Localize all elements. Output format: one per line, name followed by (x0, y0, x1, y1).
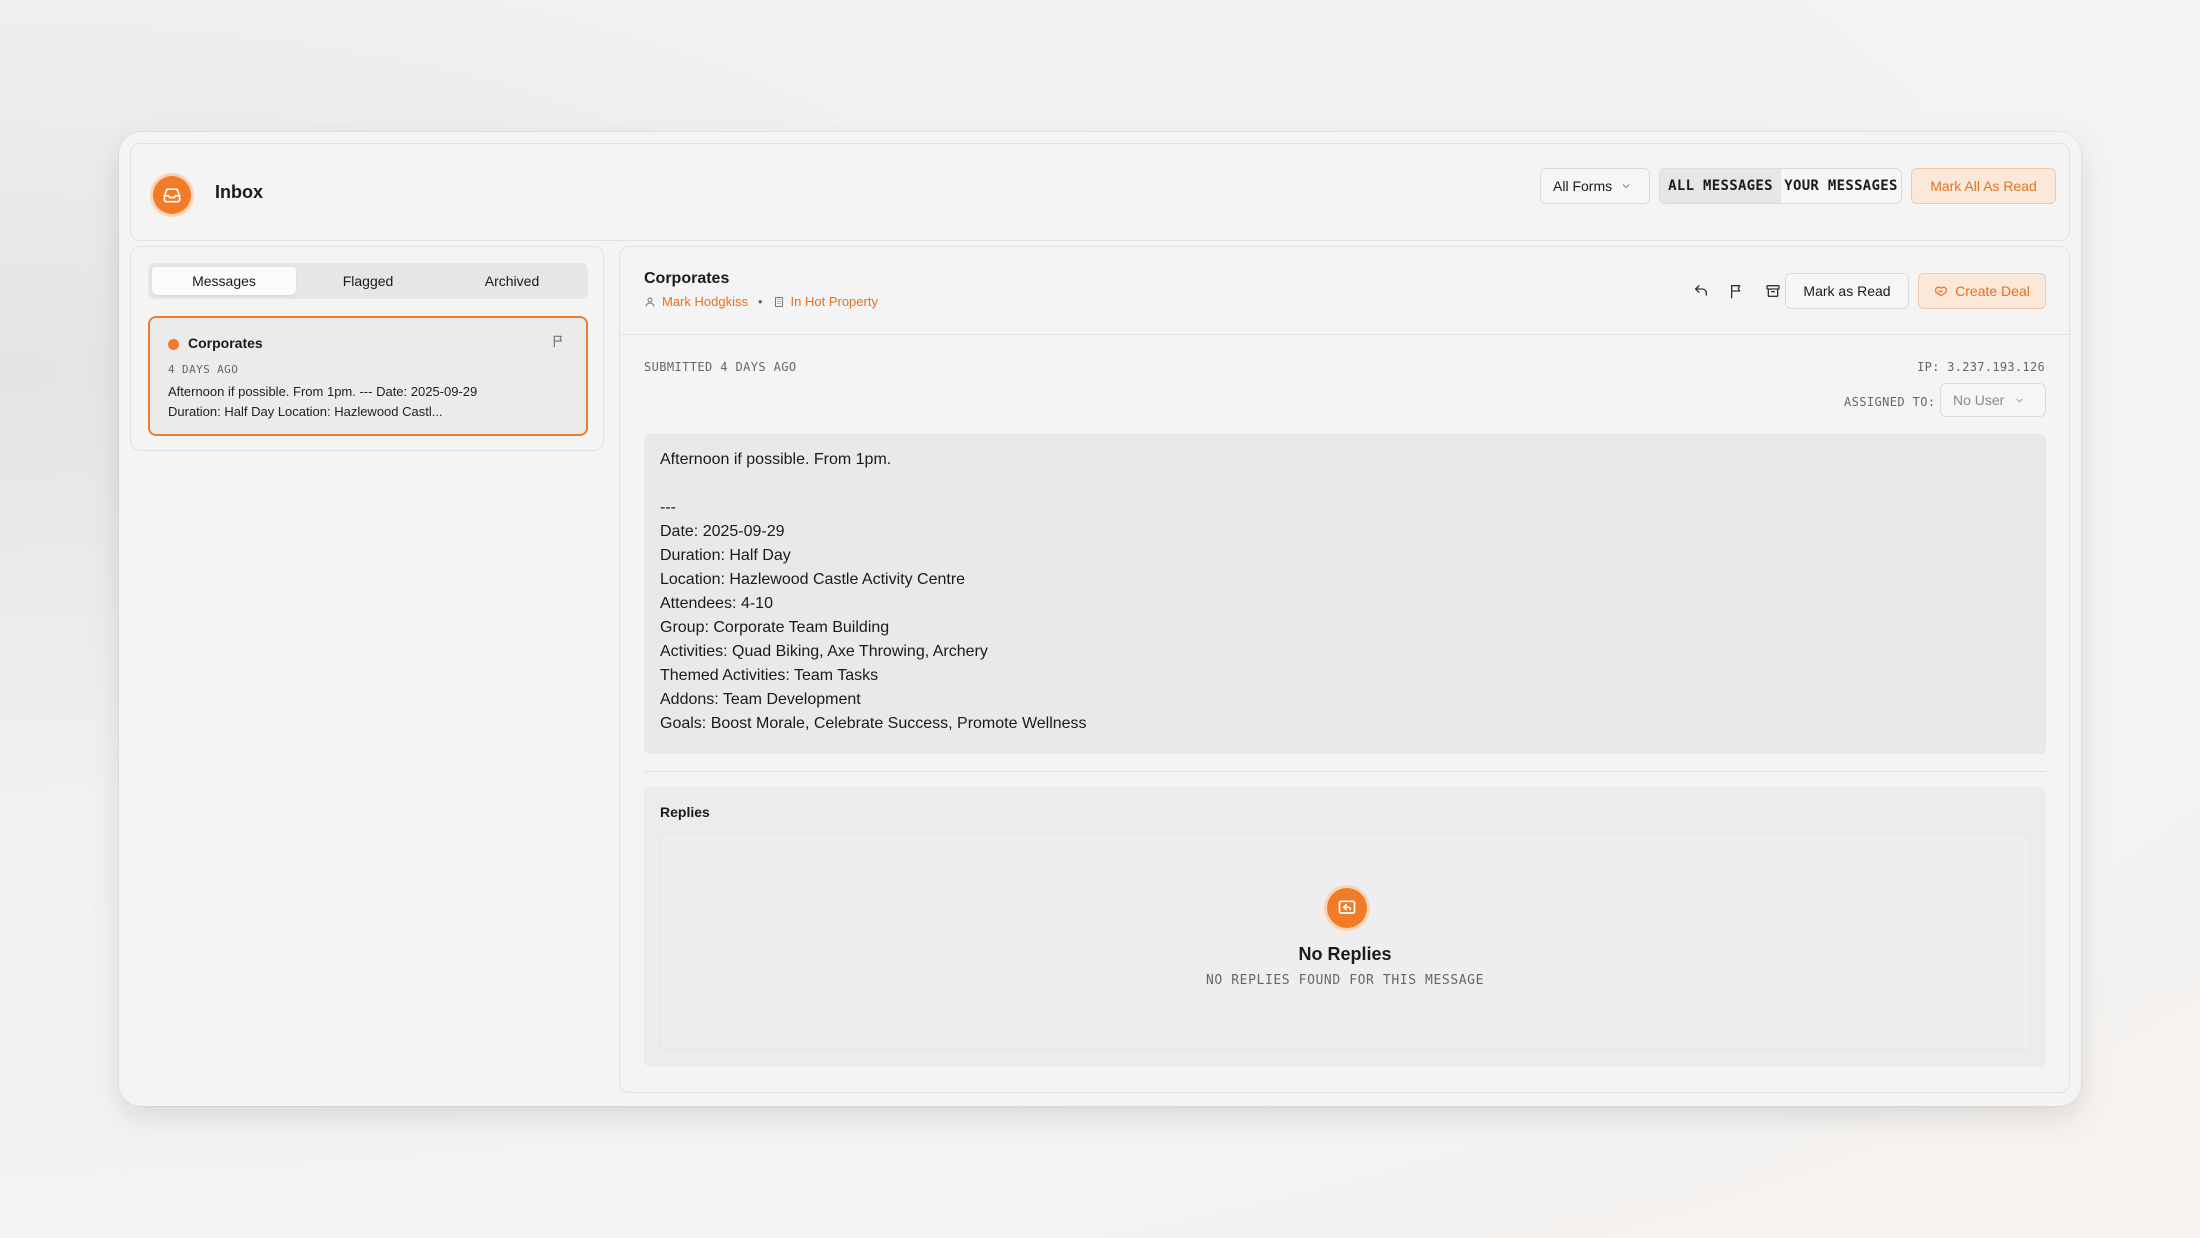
body-line: Date: 2025-09-29 (660, 523, 785, 540)
list-item-title: Corporates (188, 335, 263, 351)
message-detail-panel: Corporates Mark Hodgkiss • In Hot Proper… (619, 246, 2070, 1093)
detail-meta: Mark Hodgkiss • In Hot Property (644, 294, 878, 309)
app-window: Inbox All Forms ALL MESSAGES YOUR MESSAG… (119, 132, 2081, 1106)
empty-subtitle: NO REPLIES FOUND FOR THIS MESSAGE (1205, 973, 1485, 988)
body-line: Location: Hazlewood Castle Activity Cent… (660, 571, 966, 588)
top-bar: Inbox All Forms ALL MESSAGES YOUR MESSAG… (130, 143, 2070, 241)
body-line: Goals: Boost Morale, Celebrate Success, … (660, 715, 1087, 732)
user-icon (645, 297, 655, 307)
body-line: Afternoon if possible. From 1pm. (660, 451, 892, 468)
message-body: Afternoon if possible. From 1pm. --- Dat… (644, 434, 2046, 754)
chevron-down-icon (2016, 398, 2023, 403)
replies-title: Replies (660, 804, 710, 820)
replies-empty-state: No Replies NO REPLIES FOUND FOR THIS MES… (660, 835, 2030, 1049)
assigned-to-select[interactable]: No User (1940, 383, 2046, 417)
create-deal-label: Create Deal (1955, 283, 2030, 299)
unread-indicator (168, 339, 179, 350)
list-item[interactable]: Corporates 4 DAYS AGO Afternoon if possi… (148, 316, 588, 436)
preview-line: Afternoon if possible. From 1pm. --- Dat… (168, 384, 478, 399)
mark-as-read-button[interactable]: Mark as Read (1785, 273, 1909, 309)
inbox-icon (153, 176, 191, 214)
list-tabs: Messages Flagged Archived (148, 263, 588, 299)
body-line: --- (660, 499, 676, 516)
chevron-down-icon (1622, 184, 1630, 189)
your-messages-tab[interactable]: YOUR MESSAGES (1781, 169, 1901, 203)
building-icon (774, 296, 783, 307)
forms-filter-select[interactable]: All Forms (1540, 168, 1650, 204)
detail-title: Corporates (644, 270, 730, 287)
assigned-to-label: ASSIGNED TO: (1844, 395, 1936, 409)
flag-icon[interactable] (552, 334, 566, 353)
replies-section: Replies No Replies NO REPLIES FOUND FOR … (644, 787, 2046, 1067)
preview-line: Duration: Half Day Location: Hazlewood C… (168, 404, 443, 419)
forms-filter-value: All Forms (1553, 178, 1613, 194)
body-line: Attendees: 4-10 (660, 595, 773, 612)
contact-link[interactable]: Mark Hodgkiss (662, 294, 748, 309)
page-title: Inbox (215, 182, 263, 202)
body-line: Duration: Half Day (660, 547, 791, 564)
detail-header: Corporates Mark Hodgkiss • In Hot Proper… (620, 247, 2069, 335)
assigned-to-value: No User (1953, 392, 2005, 408)
tab-messages[interactable]: Messages (152, 267, 296, 295)
create-deal-button[interactable]: Create Deal (1918, 273, 2046, 309)
message-scope-toggle: ALL MESSAGES YOUR MESSAGES (1659, 168, 1902, 204)
handshake-icon (1935, 286, 1947, 297)
ip-address: IP: 3.237.193.126 (1917, 360, 2045, 374)
body-line: Themed Activities: Team Tasks (660, 667, 879, 684)
empty-title: No Replies (1298, 944, 1392, 964)
body-line: Addons: Team Development (660, 691, 861, 708)
company-link[interactable]: In Hot Property (791, 294, 878, 309)
body-line: Group: Corporate Team Building (660, 619, 890, 636)
all-messages-tab[interactable]: ALL MESSAGES (1660, 169, 1781, 203)
flag-icon[interactable] (1725, 279, 1749, 303)
body-line (660, 472, 2030, 496)
tab-flagged[interactable]: Flagged (296, 267, 440, 295)
archive-icon[interactable] (1761, 279, 1785, 303)
body-line: Activities: Quad Biking, Axe Throwing, A… (660, 643, 988, 660)
message-list-panel: Messages Flagged Archived Corporates 4 D… (130, 246, 604, 451)
mark-all-read-button[interactable]: Mark All As Read (1911, 168, 2056, 204)
list-item-preview: Afternoon if possible. From 1pm. --- Dat… (168, 382, 568, 422)
divider (644, 771, 2046, 772)
tab-archived[interactable]: Archived (440, 267, 584, 295)
list-item-date: 4 DAYS AGO (168, 363, 239, 376)
submitted-time: SUBMITTED 4 DAYS AGO (644, 360, 797, 374)
reply-icon[interactable] (1689, 279, 1713, 303)
reply-message-icon (1327, 888, 1367, 928)
meta-separator: • (757, 294, 763, 309)
